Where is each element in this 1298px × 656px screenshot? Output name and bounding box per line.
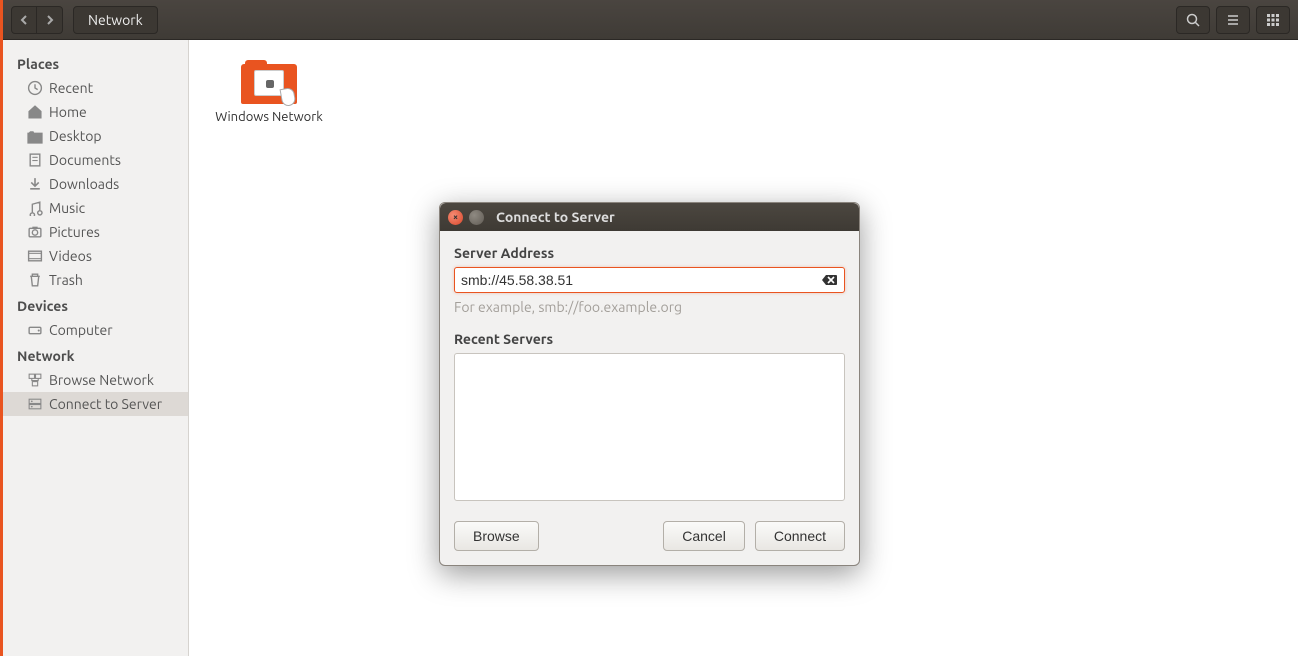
dialog-titlebar[interactable]: × Connect to Server [440,203,859,231]
sidebar-item-home[interactable]: Home [3,100,188,124]
sidebar-item-label: Computer [49,322,113,338]
server-address-input[interactable] [461,272,822,288]
view-options-button[interactable] [1216,6,1250,34]
desktop-icon [27,128,43,144]
sidebar-heading-network: Network [3,342,188,368]
dialog-buttons: Browse Cancel Connect [454,521,845,551]
network-folder-icon [241,60,297,104]
sidebar-item-label: Videos [49,248,92,264]
sidebar-item-browse-network[interactable]: Browse Network [3,368,188,392]
folder-label: Windows Network [215,110,323,124]
grid-icon [1266,13,1280,27]
sidebar-item-label: Music [49,200,85,216]
sidebar-item-label: Documents [49,152,121,168]
forward-button[interactable] [37,6,63,34]
recent-servers-list[interactable] [454,353,845,501]
server-icon [27,396,43,412]
window-close-button[interactable]: × [448,210,463,225]
recent-servers-label: Recent Servers [454,331,845,347]
sidebar-item-label: Home [49,104,87,120]
toolbar: Network [3,0,1298,40]
connect-to-server-dialog: × Connect to Server Server Address For e… [439,202,860,566]
back-button[interactable] [11,6,37,34]
folder-windows-network[interactable]: Windows Network [209,60,329,636]
network-icon [27,372,43,388]
server-address-hint: For example, smb://foo.example.org [454,299,845,315]
sidebar-item-label: Recent [49,80,93,96]
pictures-icon [27,224,43,240]
server-address-label: Server Address [454,245,845,261]
computer-icon [27,322,43,338]
sidebar: Places Recent Home Desktop Documents Dow… [3,40,189,656]
search-icon [1186,13,1200,27]
sidebar-item-computer[interactable]: Computer [3,318,188,342]
clear-input-button[interactable] [822,273,838,287]
sidebar-item-connect-server[interactable]: Connect to Server [3,392,188,416]
search-button[interactable] [1176,6,1210,34]
documents-icon [27,152,43,168]
home-icon [27,104,43,120]
sidebar-item-label: Desktop [49,128,102,144]
window-minimize-button[interactable] [469,210,484,225]
sidebar-item-label: Connect to Server [49,396,162,412]
clear-icon [822,273,838,287]
server-address-row [454,267,845,293]
sidebar-item-label: Trash [49,272,83,288]
connect-button[interactable]: Connect [755,521,845,551]
sidebar-item-label: Downloads [49,176,119,192]
music-icon [27,200,43,216]
videos-icon [27,248,43,264]
clock-icon [27,80,43,96]
sidebar-item-videos[interactable]: Videos [3,244,188,268]
trash-icon [27,272,43,288]
sidebar-item-desktop[interactable]: Desktop [3,124,188,148]
sidebar-item-downloads[interactable]: Downloads [3,172,188,196]
grid-menu-button[interactable] [1256,6,1290,34]
hamburger-icon [1226,13,1240,27]
path-label: Network [88,12,143,28]
sidebar-item-trash[interactable]: Trash [3,268,188,292]
dialog-title: Connect to Server [496,209,615,225]
cancel-button[interactable]: Cancel [663,521,745,551]
sidebar-item-music[interactable]: Music [3,196,188,220]
sidebar-item-label: Browse Network [49,372,154,388]
browse-button[interactable]: Browse [454,521,539,551]
downloads-icon [27,176,43,192]
sidebar-heading-places: Places [3,50,188,76]
sidebar-item-documents[interactable]: Documents [3,148,188,172]
sidebar-item-label: Pictures [49,224,100,240]
path-segment[interactable]: Network [73,6,158,34]
sidebar-heading-devices: Devices [3,292,188,318]
sidebar-item-recent[interactable]: Recent [3,76,188,100]
dialog-body: Server Address For example, smb://foo.ex… [440,231,859,565]
sidebar-item-pictures[interactable]: Pictures [3,220,188,244]
